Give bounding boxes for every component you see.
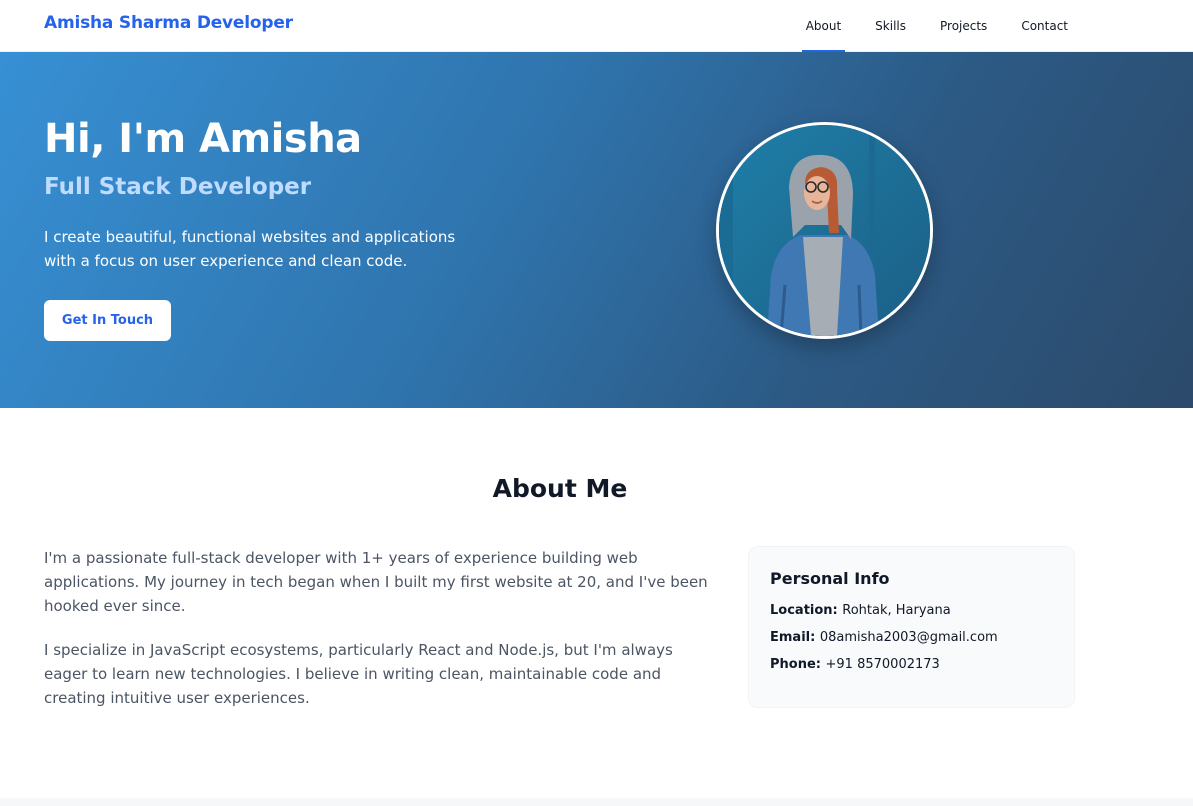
about-text: I'm a passionate full-stack developer wi…: [44, 546, 714, 730]
main-nav: About Skills Projects Contact: [801, 0, 1072, 52]
phone-row: Phone: +91 8570002173: [770, 657, 1053, 672]
nav-link-contact[interactable]: Contact: [1017, 0, 1072, 52]
email-row: Email: 08amisha2003@gmail.com: [770, 630, 1053, 645]
profile-avatar: [716, 122, 933, 339]
nav-link-skills[interactable]: Skills: [871, 0, 910, 52]
hero-section: Hi, I'm Amisha Full Stack Developer I cr…: [0, 52, 1193, 408]
nav-link-about[interactable]: About: [801, 0, 846, 52]
location-label: Location:: [770, 603, 843, 618]
personal-info-card: Personal Info Location: Rohtak, Haryana …: [748, 546, 1075, 708]
email-value: 08amisha2003@gmail.com: [819, 630, 998, 645]
about-paragraph: I'm a passionate full-stack developer wi…: [44, 549, 708, 615]
email-label: Email:: [770, 630, 820, 645]
brand-logo-link[interactable]: Amisha Sharma Developer: [44, 13, 293, 33]
site-header: Amisha Sharma Developer About Skills Pro…: [0, 0, 1193, 52]
about-section-title: About Me: [492, 474, 628, 503]
phone-label: Phone:: [770, 657, 826, 672]
nav-link-projects[interactable]: Projects: [936, 0, 991, 52]
location-row: Location: Rohtak, Haryana: [770, 603, 1053, 618]
hero-title: Hi, I'm Amisha: [44, 116, 362, 162]
profile-photo-illustration: [719, 125, 930, 336]
hero-description: I create beautiful, functional websites …: [44, 228, 456, 270]
personal-info-title: Personal Info: [770, 569, 890, 588]
about-paragraph: I specialize in JavaScript ecosystems, p…: [44, 641, 673, 707]
get-in-touch-button[interactable]: Get In Touch: [44, 300, 171, 341]
phone-value: +91 8570002173: [825, 657, 940, 672]
hero-subtitle: Full Stack Developer: [44, 174, 312, 200]
location-value: Rohtak, Haryana: [842, 603, 951, 618]
next-section-edge: [0, 798, 1193, 806]
